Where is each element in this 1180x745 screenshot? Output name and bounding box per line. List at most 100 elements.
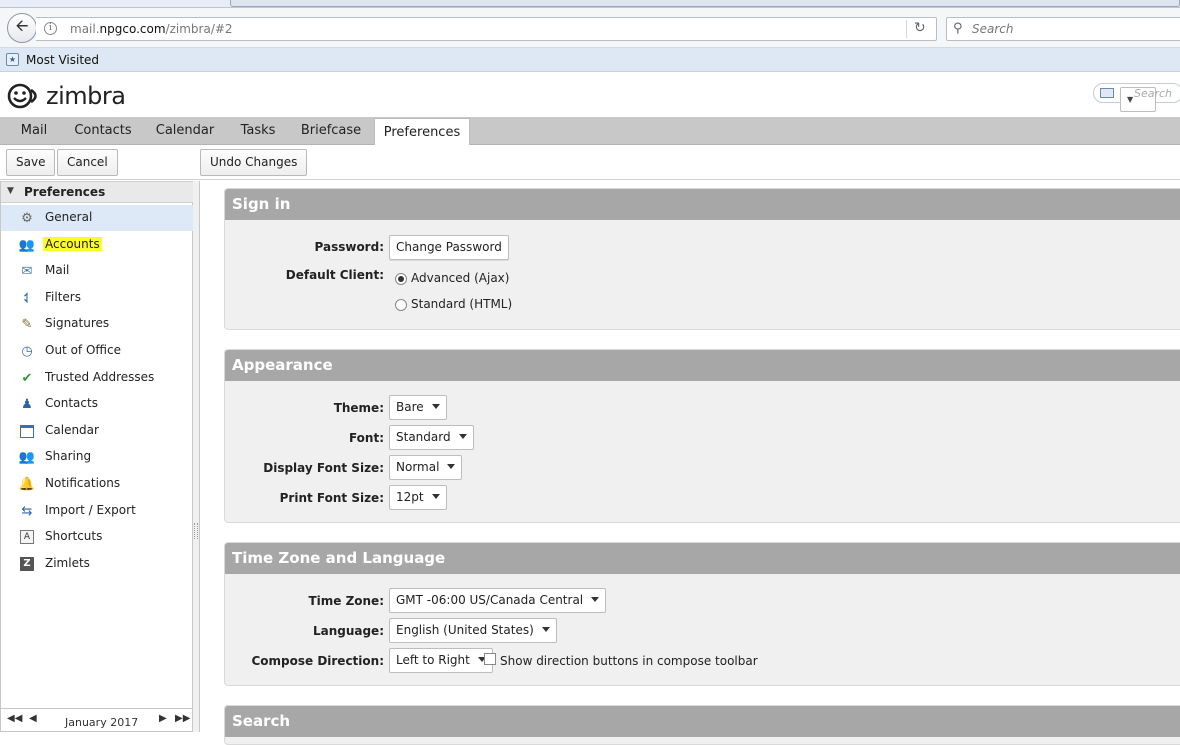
collapse-triangle-icon[interactable]: ▼ — [7, 186, 14, 196]
change-password-button[interactable]: Change Password — [389, 235, 509, 260]
sidebar-item-signatures[interactable]: ✎ Signatures — [1, 311, 193, 337]
sidebar-item-zimlets[interactable]: Z Zimlets — [1, 551, 193, 577]
zimbra-logo-icon — [7, 83, 37, 109]
font-select[interactable]: Standard — [389, 425, 474, 450]
advanced-ajax-label[interactable]: Advanced (Ajax) — [411, 271, 509, 285]
sidebar-item-notifications[interactable]: 🔔 Notifications — [1, 471, 193, 497]
section-title: Sign in — [225, 189, 1180, 220]
sidebar-header-label: Preferences — [24, 185, 106, 199]
language-value: English (United States) — [396, 623, 534, 637]
font-value: Standard — [396, 430, 451, 444]
sidebar-item-general[interactable]: ⚙ General — [1, 205, 193, 231]
section-title: Search — [225, 706, 1180, 737]
reload-icon[interactable]: ↻ — [914, 20, 926, 36]
font-label: Font: — [348, 431, 384, 445]
app-tabs: Mail Contacts Calendar Tasks Briefcase P… — [0, 117, 1180, 146]
zimbra-search-placeholder: Search — [1134, 87, 1173, 100]
splitter-grip[interactable] — [194, 523, 198, 539]
tab-preferences[interactable]: Preferences — [374, 118, 470, 146]
cancel-button[interactable]: Cancel — [57, 149, 118, 176]
tab-contacts[interactable]: Contacts — [68, 117, 138, 145]
password-label: Password: — [314, 240, 385, 254]
out-of-office-icon: ◷ — [21, 343, 33, 359]
sidebar-item-label: Mail — [45, 263, 70, 277]
calendar-icon — [19, 423, 35, 439]
save-button[interactable]: Save — [6, 149, 56, 176]
bookmarks-bar: ★ Most Visited — [0, 48, 1180, 72]
bookmark-most-visited[interactable]: Most Visited — [26, 53, 99, 67]
undo-changes-button[interactable]: Undo Changes — [200, 149, 308, 176]
sidebar-item-label: Out of Office — [45, 343, 121, 357]
tab-tasks[interactable]: Tasks — [232, 117, 284, 145]
import-export-icon: ⇆ — [21, 503, 33, 519]
chevron-down-icon — [447, 464, 456, 469]
browser-search-input[interactable]: ⚲ Search — [946, 17, 1180, 41]
mail-search-type-icon[interactable] — [1100, 88, 1114, 98]
sidebar-item-mail[interactable]: ✉ Mail — [1, 258, 193, 284]
zimlet-icon: Z — [19, 556, 35, 572]
mini-calendar-month[interactable]: January 2017 — [65, 716, 138, 729]
sidebar-item-label: Calendar — [45, 423, 99, 437]
app-header: zimbra ▼ Search — [0, 73, 1180, 117]
sidebar-header[interactable]: ▼ Preferences — [1, 181, 193, 203]
chevron-down-icon — [458, 434, 467, 439]
section-sign-in: Sign in Password: Change Password Defaul… — [224, 188, 1180, 330]
shield-icon: ✔ — [21, 370, 33, 386]
show-direction-buttons-label[interactable]: Show direction buttons in compose toolba… — [500, 654, 758, 668]
sidebar-item-label: Zimlets — [45, 556, 90, 570]
sidebar-item-sharing[interactable]: 👥 Sharing — [1, 444, 193, 470]
back-button[interactable]: 🡨 — [7, 13, 37, 43]
chevron-down-icon — [591, 597, 600, 602]
browser-tab[interactable] — [230, 0, 1180, 7]
next-year-icon[interactable]: ▶▶ — [175, 713, 190, 724]
section-search: Search — [224, 705, 1180, 745]
show-direction-buttons-checkbox[interactable] — [484, 653, 496, 665]
prev-year-icon[interactable]: ◀◀ — [7, 713, 22, 724]
prev-month-icon[interactable]: ◀ — [29, 713, 37, 724]
bell-icon: 🔔 — [18, 476, 36, 492]
sidebar-item-contacts[interactable]: ♟ Contacts — [1, 391, 193, 417]
theme-select[interactable]: Bare — [389, 395, 447, 420]
language-label: Language: — [312, 624, 384, 638]
gear-icon: ⚙ — [21, 210, 33, 226]
mini-calendar: ◀◀ ◀ January 2017 ▶ ▶▶ — [0, 709, 193, 732]
time-zone-value: GMT -06:00 US/Canada Central — [396, 593, 584, 607]
tab-calendar[interactable]: Calendar — [150, 117, 220, 145]
sidebar-item-trusted-addresses[interactable]: ✔ Trusted Addresses — [1, 365, 193, 391]
url-separator — [906, 20, 907, 38]
info-icon[interactable]: i — [44, 22, 57, 35]
sidebar-item-out-of-office[interactable]: ◷ Out of Office — [1, 338, 193, 364]
section-time-zone-language: Time Zone and Language Time Zone: GMT -0… — [224, 542, 1180, 686]
time-zone-select[interactable]: GMT -06:00 US/Canada Central — [389, 588, 607, 613]
preferences-sidebar: ▼ Preferences ⚙ General 👥 Accounts ✉ Mai… — [0, 181, 193, 709]
print-font-size-value: 12pt — [396, 490, 424, 504]
compose-direction-value: Left to Right — [396, 653, 470, 667]
radio-standard-html[interactable] — [395, 299, 407, 311]
url-bar[interactable]: i mail.npgco.com/zimbra/#2 ↻ — [36, 17, 937, 41]
browser-tab-strip — [0, 0, 1180, 8]
next-month-icon[interactable]: ▶ — [159, 713, 167, 724]
display-font-size-label: Display Font Size: — [263, 461, 384, 475]
zimbra-logo: zimbra — [6, 81, 126, 111]
compose-direction-select[interactable]: Left to Right — [389, 648, 493, 673]
keyboard-shortcut-icon: A — [19, 529, 35, 545]
radio-advanced-ajax[interactable] — [395, 273, 407, 285]
tab-mail[interactable]: Mail — [10, 117, 58, 145]
sidebar-item-accounts[interactable]: 👥 Accounts — [1, 232, 193, 258]
sidebar-item-filters[interactable]: ⥑ Filters — [1, 285, 193, 311]
sidebar-item-import-export[interactable]: ⇆ Import / Export — [1, 498, 193, 524]
theme-value: Bare — [396, 400, 424, 414]
sidebar-item-label: Sharing — [45, 449, 92, 463]
language-select[interactable]: English (United States) — [389, 618, 557, 643]
standard-html-label[interactable]: Standard (HTML) — [411, 297, 512, 311]
display-font-size-value: Normal — [396, 460, 440, 474]
print-font-size-select[interactable]: 12pt — [389, 485, 447, 510]
section-appearance: Appearance Theme: Bare Font: Standard Di… — [224, 349, 1180, 523]
sidebar-item-calendar[interactable]: Calendar — [1, 418, 193, 444]
display-font-size-select[interactable]: Normal — [389, 455, 463, 480]
compose-direction-label: Compose Direction: — [251, 654, 384, 668]
zimbra-search-input[interactable]: ▼ Search — [1093, 83, 1180, 112]
sidebar-item-label: Filters — [45, 290, 81, 304]
tab-briefcase[interactable]: Briefcase — [296, 117, 366, 145]
sidebar-item-shortcuts[interactable]: A Shortcuts — [1, 524, 193, 550]
